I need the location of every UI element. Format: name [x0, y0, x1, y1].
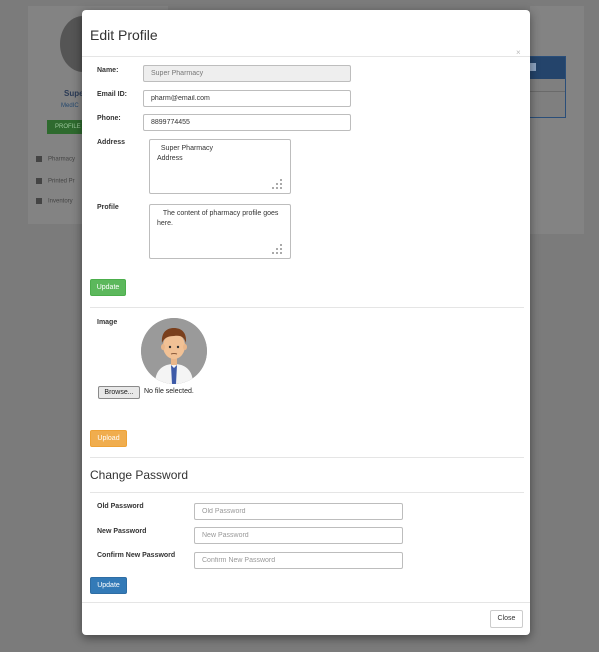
phone-label: Phone:: [97, 115, 121, 122]
resize-grip-icon[interactable]: [272, 179, 284, 189]
browse-button[interactable]: Browse...: [98, 386, 140, 399]
phone-field[interactable]: [143, 114, 351, 131]
old-password-label: Old Password: [97, 503, 144, 510]
address-textarea[interactable]: Super Pharmacy Address: [149, 139, 291, 194]
background-nav-item: Printed Pr: [36, 178, 75, 185]
update-password-button[interactable]: Update: [90, 577, 127, 594]
file-status: No file selected.: [144, 388, 194, 395]
image-label: Image: [97, 319, 118, 326]
name-label: Name:: [97, 67, 119, 74]
background-right-card: [530, 6, 584, 234]
profile-textarea[interactable]: The content of pharmacy profile goes her…: [149, 204, 291, 259]
modal-title: Edit Profile: [90, 27, 158, 43]
email-label: Email ID:: [97, 91, 127, 98]
person-avatar-icon: [141, 318, 207, 384]
background-nav-label: Pharmacy: [48, 156, 76, 163]
edit-profile-modal: Edit Profile × Name: Email ID: Phone: Ad…: [82, 10, 530, 635]
divider: [90, 457, 524, 458]
resize-grip-icon[interactable]: [272, 244, 284, 254]
old-password-input[interactable]: [194, 503, 403, 520]
divider: [82, 56, 530, 57]
background-nav-label: Inventory: [48, 198, 73, 205]
email-field[interactable]: [143, 90, 351, 107]
profile-label: Profile: [97, 204, 119, 211]
name-field[interactable]: [143, 65, 351, 82]
close-button[interactable]: Close: [490, 610, 523, 628]
divider: [90, 492, 524, 493]
address-label: Address: [97, 139, 126, 146]
upload-button[interactable]: Upload: [90, 430, 127, 447]
divider: [82, 602, 530, 603]
background-nav-item: Pharmacy: [36, 156, 75, 163]
background-nav-item: Inventory: [36, 198, 73, 205]
divider: [90, 307, 524, 308]
background-profile-sub: MedIC: [61, 103, 79, 109]
avatar: [141, 318, 207, 384]
confirm-password-label: Confirm New Password: [97, 552, 176, 559]
print-icon: [36, 178, 42, 184]
confirm-password-input[interactable]: [194, 552, 403, 569]
background-nav-label: Printed Pr: [48, 178, 75, 185]
change-password-title: Change Password: [90, 468, 189, 482]
update-profile-button[interactable]: Update: [90, 279, 126, 296]
new-password-label: New Password: [97, 528, 147, 535]
list-icon: [36, 198, 42, 204]
user-icon: [36, 156, 42, 162]
new-password-input[interactable]: [194, 527, 403, 544]
